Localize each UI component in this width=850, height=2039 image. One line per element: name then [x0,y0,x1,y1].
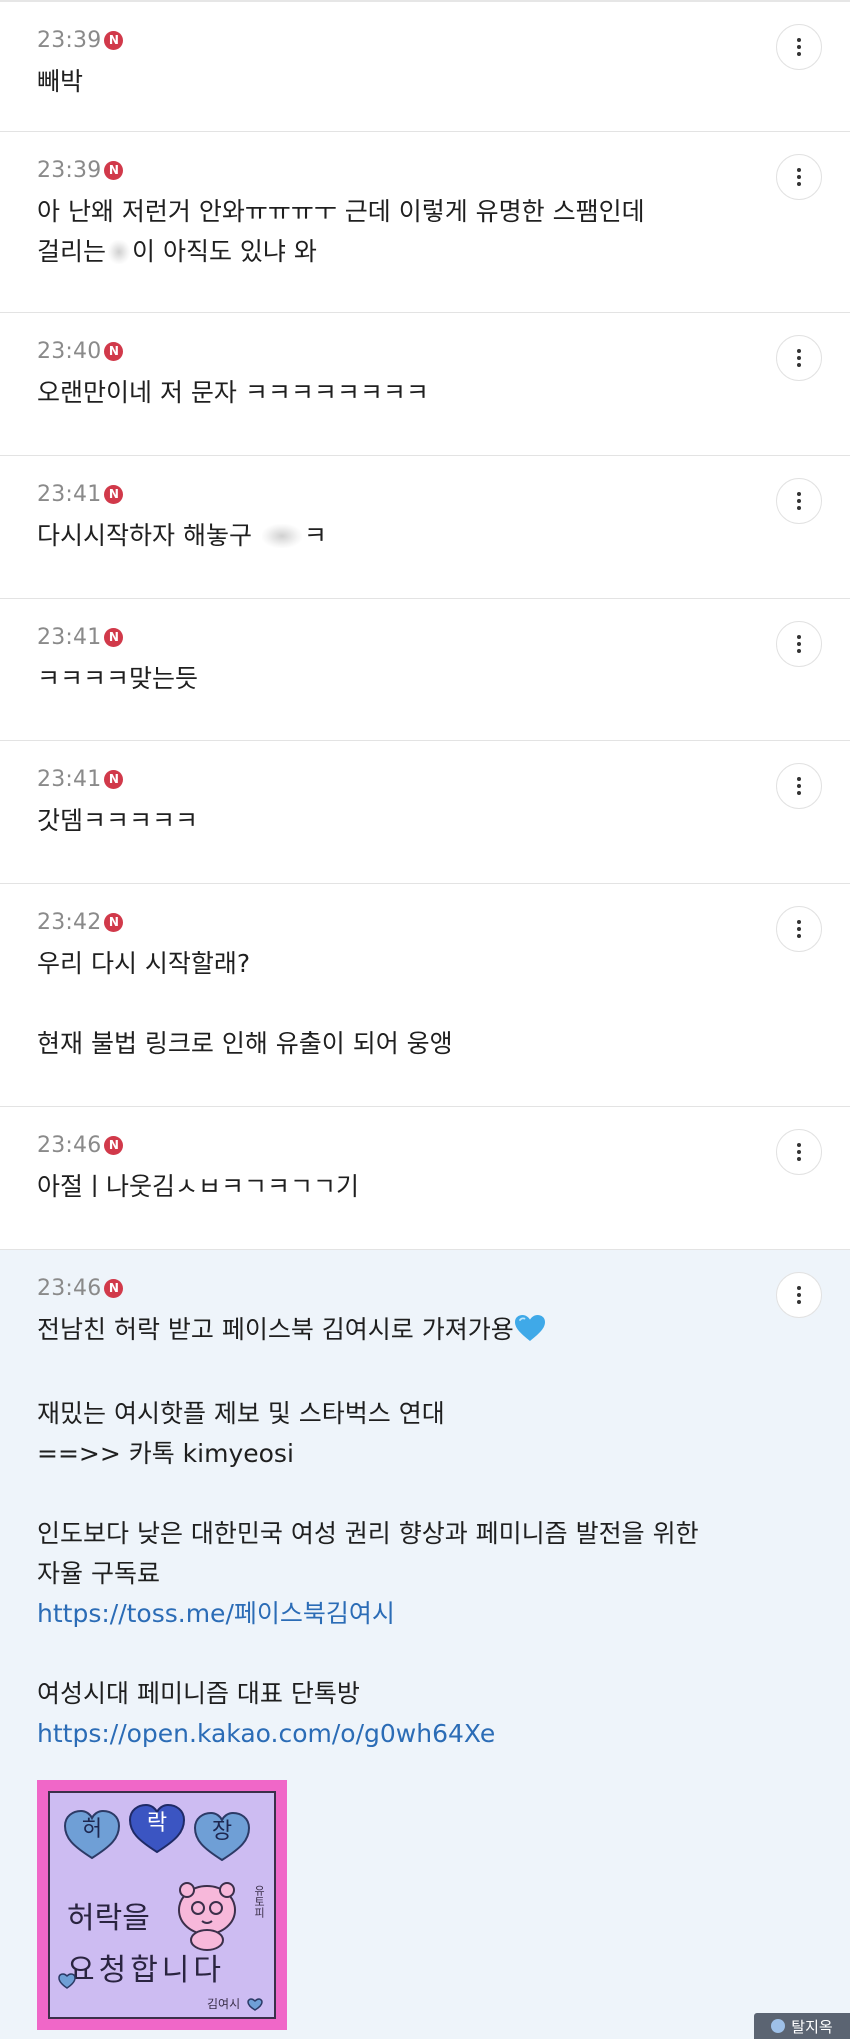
comment-meta: 23:41 N [37,763,124,795]
comment-body: 다시시작하자 해놓구 ㅋ [37,516,760,556]
comment-text: 재밌는 여시핫플 제보 및 스타벅스 연대 [37,1399,445,1428]
watermark-logo-icon [771,2019,786,2033]
comment-item: 23:40 N 오랜만이네 저 문자 ㅋㅋㅋㅋㅋㅋㅋㅋ [0,313,850,456]
comment-time: 23:39 [37,27,102,53]
comment-text: 인도보다 낮은 대한민국 여성 권리 향상과 페미니즘 발전을 위한 [37,1519,699,1548]
comment-item: 23:46 N 아절ㅣ나웃김ㅅㅂㅋㄱㅋㄱㄱ기 [0,1107,850,1250]
new-badge-icon: N [104,1278,124,1298]
toss-link[interactable]: https://toss.me/페이스북김여시 [37,1594,760,1634]
comment-text: ㅋㅋㅋㅋ맞는듯 [37,664,199,693]
kakao-link[interactable]: https://open.kakao.com/o/g0wh64Xe [37,1714,760,1754]
comment-body: 빼박 [37,62,760,102]
comment-item: 23:39 N 빼박 [0,2,850,132]
comment-body: 우리 다시 시작할래? 현재 불법 링크로 인해 유출이 되어 웅앵 [37,944,760,1064]
comment-text: ㅋ [303,521,327,550]
comment-text: 걸리는 [37,237,107,266]
comment-body: 오랜만이네 저 문자 ㅋㅋㅋㅋㅋㅋㅋㅋ [37,373,760,413]
sticker-heart-text: 장 [212,1819,232,1844]
new-badge-icon: N [104,160,124,180]
watermark: 탈지옥 [754,2013,850,2039]
blue-heart-icon [514,1314,546,1354]
comment-meta: 23:41 N [37,621,124,653]
comment-text: 전남친 허락 받고 페이스북 김여시로 가져가용 [37,1315,514,1344]
comment-text: 여성시대 페미니즘 대표 단톡방 [37,1679,360,1708]
comment-meta: 23:42 N [37,906,124,938]
comment-time: 23:46 [37,1132,102,1158]
sticker-side-text: 유토피 [253,1885,266,1918]
comment-text: ==>> 카톡 kimyeosi [37,1439,294,1468]
comment-text: 현재 불법 링크로 인해 유출이 되어 웅앵 [37,1029,453,1058]
comment-time: 23:40 [37,338,102,364]
comment-time: 23:42 [37,909,102,935]
new-badge-icon: N [104,769,124,789]
comment-item: 23:41 N 갓뎀ㅋㅋㅋㅋㅋ [0,741,850,884]
more-options-button[interactable] [776,1272,822,1318]
comment-meta: 23:40 N [37,335,124,367]
comment-body: 아 난왜 저런거 안와ㅠㅠㅠㅜ 근데 이렇게 유명한 스팸인데 걸리는 이 아직도… [37,192,760,272]
more-options-button[interactable] [776,478,822,524]
comment-meta: 23:41 N [37,478,124,510]
comment-item: 23:42 N 우리 다시 시작할래? 현재 불법 링크로 인해 유출이 되어 … [0,884,850,1107]
more-options-button[interactable] [776,763,822,809]
comment-time: 23:41 [37,624,102,650]
blurred-text [261,524,302,548]
comment-time: 23:41 [37,766,102,792]
new-badge-icon: N [104,627,124,647]
new-badge-icon: N [104,1135,124,1155]
new-badge-icon: N [104,30,124,50]
comment-time: 23:41 [37,481,102,507]
more-options-button[interactable] [776,335,822,381]
comment-item: 23:41 N ㅋㅋㅋㅋ맞는듯 [0,599,850,741]
comment-text: 우리 다시 시작할래? [37,949,251,978]
comment-text: 빼박 [37,67,84,96]
more-options-button[interactable] [776,24,822,70]
sticker-signature: 김여시 [207,1997,240,2011]
comment-item: 23:41 N 다시시작하자 해놓구 ㅋ [0,456,850,599]
comment-text: 자율 구독료 [37,1559,160,1588]
comment-meta: 23:39 N [37,24,124,56]
sticker-heart-text: 허 [82,1817,102,1842]
new-badge-icon: N [104,484,124,504]
comment-body: 전남친 허락 받고 페이스북 김여시로 가져가용 재밌는 여시핫플 제보 및 스… [37,1310,760,1754]
sticker-image: 허 락 장 유토피 허락을 요청합니다 김여시 [37,1780,287,2030]
sticker-line2: 요청합니다 [67,1953,225,1988]
comment-text: 오랜만이네 저 문자 ㅋㅋㅋㅋㅋㅋㅋㅋ [37,378,429,407]
comment-text: 다시시작하자 해놓구 [37,521,260,550]
comment-time: 23:46 [37,1275,102,1301]
more-options-button[interactable] [776,621,822,667]
comment-time: 23:39 [37,157,102,183]
more-options-button[interactable] [776,906,822,952]
comment-text: 갓뎀ㅋㅋㅋㅋㅋ [37,806,199,835]
comment-meta: 23:46 N [37,1129,124,1161]
sticker-heart-text: 락 [147,1811,167,1836]
comment-text: 아절ㅣ나웃김ㅅㅂㅋㄱㅋㄱㄱ기 [37,1172,360,1201]
comment-body: ㅋㅋㅋㅋ맞는듯 [37,659,760,699]
comment-meta: 23:46 N [37,1272,124,1304]
new-badge-icon: N [104,912,124,932]
new-badge-icon: N [104,341,124,361]
comment-body: 아절ㅣ나웃김ㅅㅂㅋㄱㅋㄱㄱ기 [37,1167,760,1207]
sticker-line1: 허락을 [67,1901,150,1936]
comment-meta: 23:39 N [37,154,124,186]
watermark-text: 탈지옥 [791,2017,833,2036]
comment-body: 갓뎀ㅋㅋㅋㅋㅋ [37,801,760,841]
blurred-text [108,240,131,264]
more-options-button[interactable] [776,154,822,200]
comment-text: 이 아직도 있냐 와 [132,237,317,266]
comment-text: 아 난왜 저런거 안와ㅠㅠㅠㅜ 근데 이렇게 유명한 스팸인데 [37,197,645,226]
comment-item: 23:39 N 아 난왜 저런거 안와ㅠㅠㅠㅜ 근데 이렇게 유명한 스팸인데 … [0,132,850,313]
more-options-button[interactable] [776,1129,822,1175]
